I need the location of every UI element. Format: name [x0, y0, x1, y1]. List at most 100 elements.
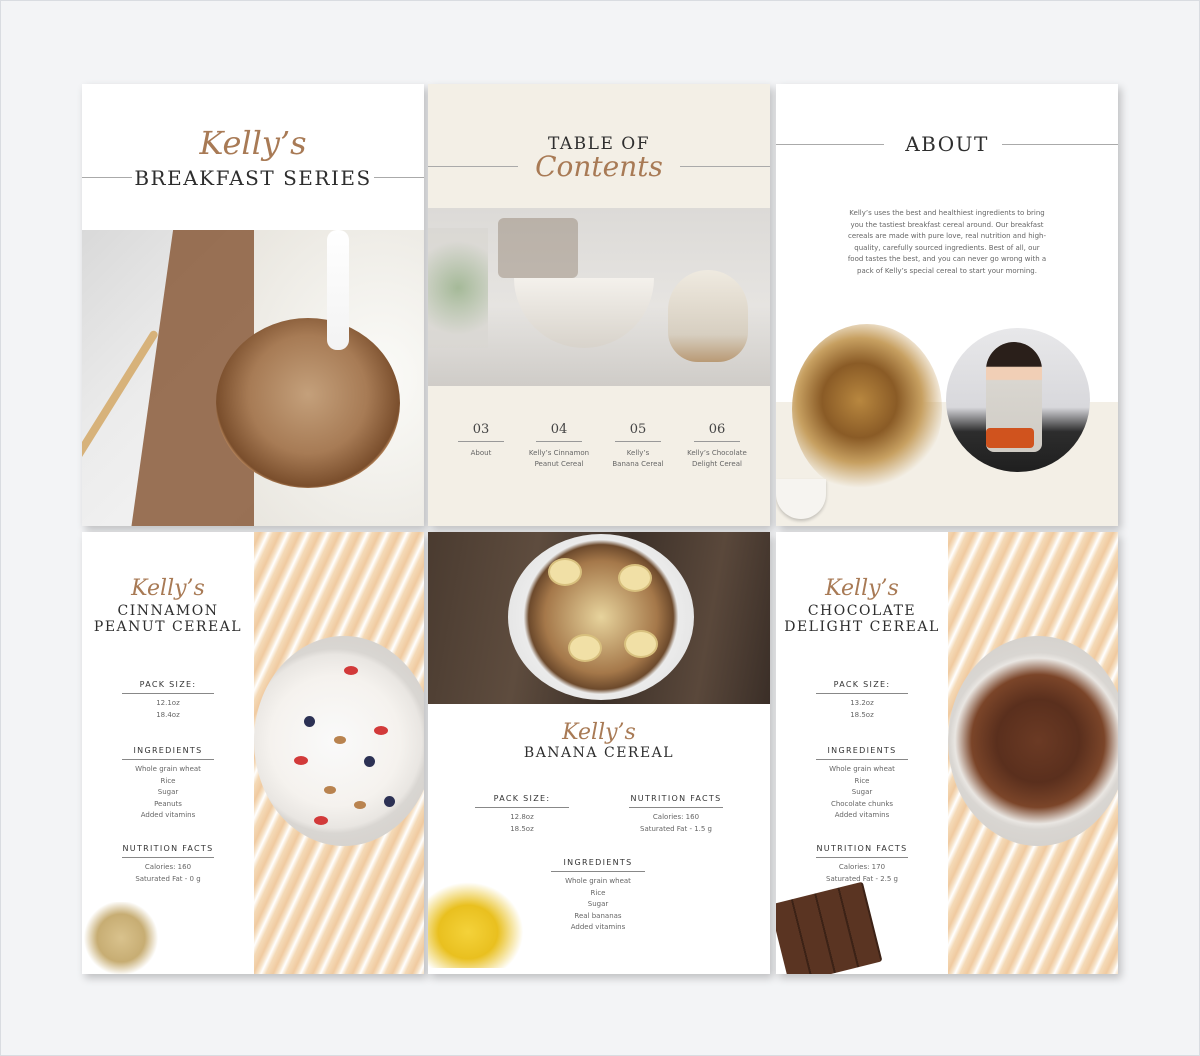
toc-item-label-2: Peanut Cereal	[534, 460, 584, 468]
page-chocolate-delight: Kelly’s CHOCOLATE DELIGHT CEREAL PACK SI…	[776, 532, 1118, 974]
blueberry	[384, 796, 395, 807]
nutrition-facts-label: NUTRITION FACTS	[122, 844, 214, 858]
nutrition-item: Calories: 160	[144, 863, 192, 871]
toc-item[interactable]: 03 About	[445, 422, 517, 459]
ingredient-item: Sugar	[157, 788, 179, 796]
chocolate-bar-image	[776, 881, 883, 974]
pack-size-value: 12.1oz	[156, 699, 180, 707]
page-cinnamon-peanut: Kelly’s CINNAMON PEANUT CEREAL PACK SIZE…	[82, 532, 424, 974]
toc-item-label: Kelly’s	[626, 449, 650, 457]
milk-pour	[327, 230, 349, 350]
chocolate-title-line2: DELIGHT CEREAL	[784, 619, 940, 635]
pack-size-value: 18.5oz	[510, 824, 534, 833]
toc-item[interactable]: 04 Kelly’s Cinnamon Peanut Cereal	[523, 422, 595, 470]
ingredients-label: INGREDIENTS	[551, 858, 645, 872]
pack-size-value: 12.8oz	[510, 813, 534, 821]
about-rule-right	[1002, 144, 1118, 145]
ingredient-item: Whole grain wheat	[135, 765, 201, 773]
almond	[334, 736, 346, 744]
toc-page-number: 05	[615, 422, 661, 442]
about-paragraph: Kelly’s uses the best and healthiest ing…	[847, 209, 1047, 275]
toc-item[interactable]: 05 Kelly’s Banana Cereal	[602, 422, 674, 470]
toc-page-number: 03	[458, 422, 504, 442]
pack-size-label: PACK SIZE:	[475, 794, 569, 808]
ingredient-item: Sugar	[587, 900, 609, 908]
chocolate-script-title: Kelly’s	[825, 576, 899, 601]
cover-rule-right	[374, 177, 424, 178]
page-about: ABOUT Kelly’s uses the best and healthie…	[776, 84, 1118, 526]
nutrition-item: Calories: 170	[838, 863, 886, 871]
ingredient-item: Chocolate chunks	[830, 799, 894, 808]
banana-cereal-bowl	[508, 534, 694, 700]
page-banana: Kelly’s BANANA CEREAL PACK SIZE: 12.8oz …	[428, 532, 770, 974]
chocolate-title-line1: CHOCOLATE	[807, 603, 917, 619]
cinnamon-title-line2: PEANUT CEREAL	[93, 619, 243, 635]
pack-size-value: 13.2oz	[850, 699, 874, 707]
ceramic-jug	[668, 270, 748, 362]
flying-granola-image	[792, 324, 942, 494]
almond	[354, 801, 366, 809]
toc-rule-right	[680, 166, 770, 167]
blueberry	[304, 716, 315, 727]
banana-slice	[548, 558, 582, 586]
ingredient-item: Added vitamins	[570, 923, 626, 931]
banana-cereal-photo	[428, 532, 770, 704]
pack-size-label: PACK SIZE:	[122, 680, 214, 694]
toc-page-number: 06	[694, 422, 740, 442]
ingredient-item: Added vitamins	[140, 811, 196, 819]
kitchen-still-life-photo	[428, 208, 770, 386]
peanuts-image	[82, 902, 160, 974]
ingredient-item: Rice	[854, 776, 870, 785]
cinnamon-title-line1: CINNAMON	[117, 603, 219, 619]
nutrition-item: Saturated Fat - 1.5 g	[640, 824, 712, 833]
banana-script-title: Kelly’s	[562, 720, 636, 745]
ingredient-item: Rice	[160, 776, 176, 785]
ingredient-item: Sugar	[851, 788, 873, 796]
toc-item-label: Kelly’s Chocolate	[687, 449, 747, 457]
ingredient-item: Whole grain wheat	[829, 765, 895, 773]
ingredients-label: INGREDIENTS	[122, 746, 214, 760]
toc-item-label-2: Delight Cereal	[692, 460, 742, 468]
cover-script-title: Kelly’s	[199, 124, 307, 162]
strawberry	[294, 756, 308, 765]
cereal-bowl-photo	[82, 230, 424, 526]
pack-size-value: 18.5oz	[850, 710, 874, 719]
plant	[428, 228, 488, 348]
nutrition-facts-label: NUTRITION FACTS	[816, 844, 908, 858]
ingredient-item: Whole grain wheat	[565, 877, 631, 885]
cereal-bowl	[216, 318, 400, 488]
strawberry	[374, 726, 388, 735]
toc-item[interactable]: 06 Kelly’s Chocolate Delight Cereal	[681, 422, 753, 470]
toc-page-number: 04	[536, 422, 582, 442]
toc-item-label-2: Banana Cereal	[612, 460, 664, 468]
blueberry	[364, 756, 375, 767]
cinnamon-script-title: Kelly’s	[131, 576, 205, 601]
ingredient-item: Rice	[590, 888, 606, 897]
woman-cooking-photo	[946, 328, 1090, 472]
toc-item-label: About	[470, 449, 492, 457]
nutrition-facts-label: NUTRITION FACTS	[629, 794, 723, 808]
bananas-image	[428, 878, 528, 968]
ingredient-item: Real bananas	[574, 911, 622, 920]
chocolate-cereal-bowl-photo	[948, 636, 1118, 846]
page-toc: TABLE OF Contents 03 About 04 Kelly’s Ci…	[428, 84, 770, 526]
pack-size-value: 18.4oz	[156, 710, 180, 719]
orange-pot	[986, 428, 1034, 448]
strawberry	[344, 666, 358, 675]
ingredient-item: Added vitamins	[834, 811, 890, 819]
ingredient-item: Peanuts	[154, 799, 182, 808]
toc-item-label: Kelly’s Cinnamon	[528, 449, 590, 457]
nutrition-item: Calories: 160	[652, 813, 700, 821]
banana-slice	[624, 630, 658, 658]
granola-bowl	[514, 278, 654, 348]
almond	[324, 786, 336, 794]
pack-size-label: PACK SIZE:	[816, 680, 908, 694]
glass-jar	[498, 218, 578, 278]
nutrition-item: Saturated Fat - 0 g	[135, 874, 201, 883]
banana-slice	[568, 634, 602, 662]
cover-caps-title: BREAKFAST SERIES	[134, 166, 372, 190]
banana-slice	[618, 564, 652, 592]
page-cover: Kelly’s BREAKFAST SERIES	[82, 84, 424, 526]
nutrition-item: Saturated Fat - 2.5 g	[826, 874, 898, 883]
yogurt-bowl-photo	[254, 636, 424, 846]
